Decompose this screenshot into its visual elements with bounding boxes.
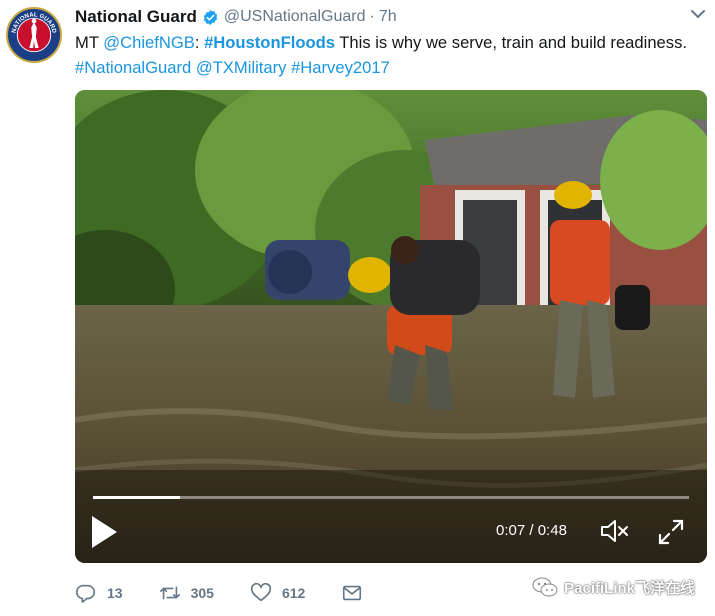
reply-button[interactable]: 13 <box>75 582 123 604</box>
hashtag-houstonfloods[interactable]: #HoustonFloods <box>204 33 335 52</box>
fullscreen-icon[interactable] <box>657 518 685 546</box>
video-timecode: 0:07 / 0:48 <box>496 522 567 539</box>
tweet-time[interactable]: 7h <box>379 8 397 26</box>
tweet-body: This is why we serve, train and build re… <box>334 33 687 52</box>
mention-txmilitary[interactable]: @TXMilitary <box>196 58 287 77</box>
video-time-separator: / <box>525 522 538 539</box>
wechat-icon <box>532 577 558 597</box>
user-handle[interactable]: @USNationalGuard <box>224 8 366 26</box>
play-icon[interactable] <box>89 514 119 550</box>
retweet-count: 305 <box>190 585 214 601</box>
retweet-button[interactable]: 305 <box>159 582 214 604</box>
video-frame <box>75 90 707 563</box>
like-icon <box>250 582 271 602</box>
tweet-actions: 13 305 612 <box>75 576 399 610</box>
tweet-colon: : <box>194 33 205 52</box>
video-progress-track[interactable] <box>93 496 689 499</box>
caret-down-icon[interactable] <box>691 9 705 19</box>
video-progress-fill <box>93 496 181 499</box>
reply-icon <box>76 584 96 603</box>
tweet-prefix: MT <box>75 33 104 52</box>
avatar[interactable]: NATIONAL GUARD <box>6 7 62 63</box>
message-icon <box>343 585 362 601</box>
watermark-text: PacifiLink飞洋在线 <box>564 579 695 597</box>
like-button[interactable]: 612 <box>250 582 305 604</box>
direct-message-button[interactable] <box>341 582 363 604</box>
display-name[interactable]: National Guard <box>75 7 197 27</box>
video-duration: 0:48 <box>537 522 567 539</box>
mute-icon[interactable] <box>600 518 630 544</box>
watermark: PacifiLink飞洋在线 <box>532 576 695 598</box>
video-player[interactable]: 0:07 / 0:48 <box>75 90 707 563</box>
separator-dot: · <box>369 8 375 25</box>
mention-chiefngb[interactable]: @ChiefNGB <box>103 33 195 52</box>
tweet-text: MT @ChiefNGB: #HoustonFloods This is why… <box>75 30 707 80</box>
tweet-header: National Guard @USNationalGuard · 7h <box>75 6 705 28</box>
national-guard-logo: NATIONAL GUARD <box>9 10 59 60</box>
verified-icon <box>202 9 219 26</box>
video-current-time: 0:07 <box>496 522 526 539</box>
hashtag-nationalguard[interactable]: #NationalGuard <box>75 58 191 77</box>
reply-count: 13 <box>107 585 123 601</box>
like-count: 612 <box>281 585 306 601</box>
retweet-icon <box>159 586 180 600</box>
hashtag-harvey2017[interactable]: #Harvey2017 <box>291 58 390 77</box>
